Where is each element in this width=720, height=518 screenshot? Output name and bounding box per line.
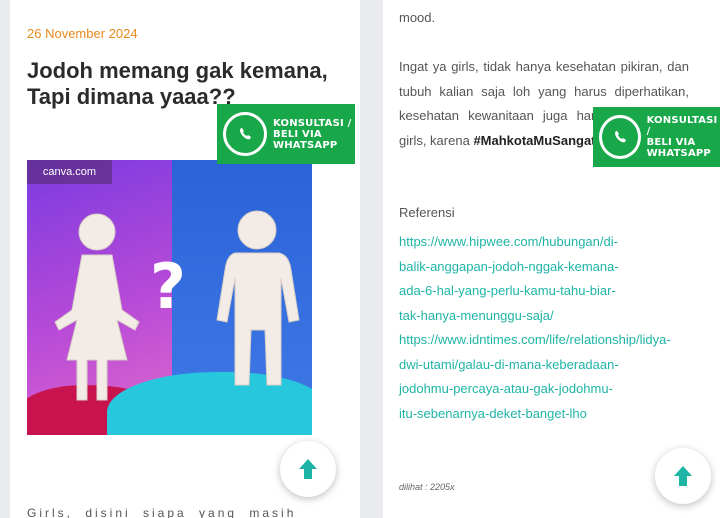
image-source-label: canva.com [27,160,112,184]
scroll-to-top-button[interactable] [280,441,336,497]
wa-label-line1: KONSULTASI / [273,117,352,129]
wa-label-line2: BELI VIA [273,128,322,140]
whatsapp-consult-button[interactable]: KONSULTASI / BELI VIA WHATSAPP [593,107,720,167]
article-body-start: Girls, disini siapa yang masih jomblo [27,506,297,518]
article-title: Jodoh memang gak kemana, Tapi dimana yaa… [27,58,328,109]
reference-link-line[interactable]: balik-anggapan-jodoh-nggak-kemana- [399,255,720,280]
article-panel-left: 26 November 2024 Jodoh memang gak kemana… [10,0,360,518]
wa-label-line1: KONSULTASI / [646,115,718,137]
article-hero-image: ? canva.com [27,160,312,435]
hero-figures: ? [54,210,300,401]
reference-link-line[interactable]: dwi-utami/galau-di-mana-keberadaan- [399,353,720,378]
wa-label-line3: WHATSAPP [646,148,711,159]
reference-link-line[interactable]: itu-sebenarnya-deket-banget-lho [399,402,720,427]
wa-label-line3: WHATSAPP [273,139,338,151]
references-heading: Referensi [399,205,455,220]
scroll-to-top-button[interactable] [655,448,711,504]
arrow-up-icon [299,459,317,479]
whatsapp-consult-button[interactable]: KONSULTASI / BELI VIA WHATSAPP [217,104,355,164]
reference-link-line[interactable]: https://www.idntimes.com/life/relationsh… [399,328,720,353]
question-mark: ? [150,250,186,323]
reference-link-line[interactable]: ada-6-hal-yang-perlu-kamu-tahu-biar- [399,279,720,304]
woman-figure-icon [54,213,140,401]
whatsapp-icon [599,115,641,159]
arrow-up-icon [674,466,692,486]
reference-link-line[interactable]: https://www.hipwee.com/hubungan/di- [399,230,720,255]
whatsapp-icon [223,112,267,156]
reference-links: https://www.hipwee.com/hubungan/di- bali… [399,230,720,426]
whatsapp-button-label: KONSULTASI / BELI VIA WHATSAPP [273,118,351,151]
wa-label-line2: BELI VIA [646,137,696,148]
whatsapp-button-label: KONSULTASI / BELI VIA WHATSAPP [647,115,720,159]
view-count: dilihat : 2205x [399,482,455,492]
reference-link-line[interactable]: tak-hanya-menunggu-saja/ [399,304,720,329]
man-figure-icon [216,210,300,386]
article-date: 26 November 2024 [27,26,138,41]
paragraph-end-mood: mood. [399,10,436,25]
reference-link-line[interactable]: jodohmu-percaya-atau-gak-jodohmu- [399,377,720,402]
article-panel-right: mood. Ingat ya girls, tidak hanya keseha… [383,0,720,518]
